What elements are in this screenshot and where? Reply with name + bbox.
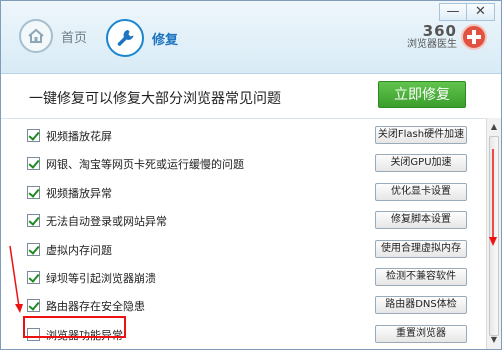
red-arrow-left [9, 245, 20, 308]
browser-doctor-window: — ✕ 首页 修复 360 浏览器医生 一键修复可以修复大部分浏览器常见问题 立… [0, 0, 502, 350]
red-arrow-right-head [489, 237, 497, 246]
red-arrow-left-head [15, 304, 23, 313]
annotation-arrows [9, 149, 497, 313]
